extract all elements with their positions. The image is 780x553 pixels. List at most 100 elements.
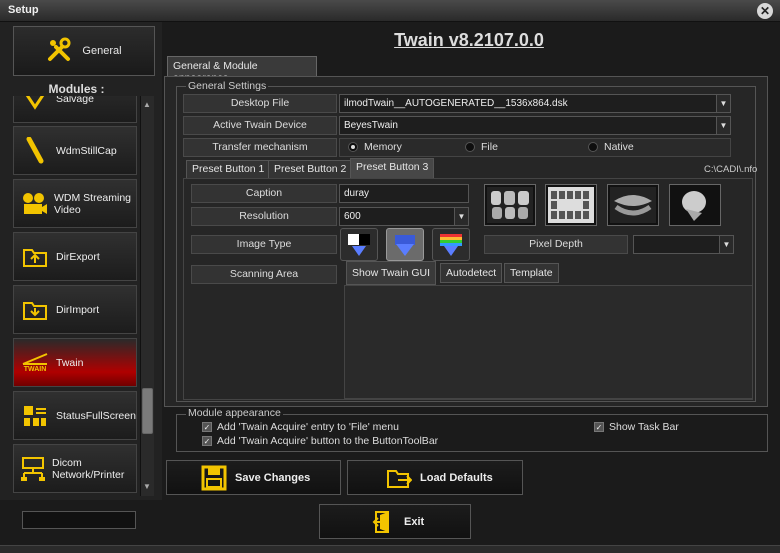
general-button[interactable]: General [13, 26, 155, 76]
folder-import-icon [20, 295, 50, 325]
window-title: Setup [8, 4, 39, 16]
scroll-up-icon[interactable]: ▲ [143, 100, 151, 109]
module-twain[interactable]: TWAIN Twain [13, 338, 137, 387]
modules-list: Salvage WdmStillCap WDM Streaming Video … [13, 96, 140, 496]
scroll-down-icon[interactable]: ▼ [143, 482, 151, 491]
radio-file-label: File [481, 141, 498, 153]
chevron-down-icon[interactable]: ▼ [716, 95, 730, 112]
save-changes-button[interactable]: Save Changes [166, 460, 341, 495]
module-label: DirExport [56, 250, 100, 263]
close-icon[interactable]: ✕ [757, 3, 773, 19]
color-image-icon [440, 233, 462, 256]
caption-label: Caption [191, 184, 337, 203]
preset-thumb-panoramic[interactable] [607, 184, 659, 226]
pixel-depth-label: Pixel Depth [484, 235, 628, 254]
active-device-select[interactable]: BeyesTwain ▼ [339, 116, 731, 135]
module-dicom-network-printer[interactable]: Dicom Network/Printer [13, 444, 137, 493]
modules-heading: Modules : [48, 82, 105, 96]
image-type-gray-button[interactable] [386, 228, 424, 261]
radio-native[interactable] [588, 142, 598, 152]
general-settings-legend: General Settings [186, 80, 269, 92]
gray-image-icon [395, 234, 415, 256]
module-wdm-streaming-video[interactable]: WDM Streaming Video [13, 179, 137, 228]
radio-native-label: Native [604, 141, 634, 153]
load-icon [387, 469, 412, 488]
checkbox-toolbar-button-label: Add 'Twain Acquire' button to the Button… [217, 435, 439, 447]
status-grid-icon [20, 401, 50, 431]
tab-preset-2[interactable]: Preset Button 2 [268, 160, 353, 178]
desktop-file-label: Desktop File [183, 94, 337, 113]
image-type-color-button[interactable] [432, 228, 470, 261]
preset-thumb-bitewing[interactable] [484, 184, 536, 226]
scanning-area-label: Scanning Area [191, 265, 337, 284]
status-box [22, 511, 136, 529]
tools-icon [46, 37, 72, 66]
radio-file[interactable] [465, 142, 475, 152]
load-defaults-label: Load Defaults [420, 471, 493, 484]
module-appearance-legend: Module appearance [186, 407, 283, 419]
module-wdmstillcap[interactable]: WdmStillCap [13, 126, 137, 175]
chevron-down-icon[interactable]: ▼ [719, 236, 733, 253]
module-label: Salvage [56, 96, 94, 105]
exit-icon [372, 510, 389, 533]
tool-icon [20, 96, 50, 114]
load-defaults-button[interactable]: Load Defaults [347, 460, 523, 495]
twain-gui-area [344, 285, 753, 399]
radio-memory-label: Memory [364, 141, 402, 153]
exit-label: Exit [404, 515, 425, 528]
transfer-mechanism-label: Transfer mechanism [183, 138, 337, 157]
film-camera-icon [20, 189, 48, 219]
module-label: Twain [56, 356, 84, 369]
folder-export-icon [20, 242, 50, 272]
tab-show-twain-gui[interactable]: Show Twain GUI [346, 261, 437, 285]
version-title: Twain v8.2107.0.0 [394, 30, 544, 50]
title-bar [0, 0, 780, 22]
preset-thumb-ceph[interactable] [669, 184, 721, 226]
module-label: DirImport [56, 303, 100, 316]
checkbox-file-menu-label: Add 'Twain Acquire' entry to 'File' menu [217, 421, 399, 433]
bw-image-icon [348, 233, 370, 256]
chevron-down-icon[interactable]: ▼ [716, 117, 730, 134]
twain-icon: TWAIN [20, 348, 50, 378]
tab-preset-3[interactable]: Preset Button 3 [350, 158, 435, 178]
checkbox-show-task-bar[interactable]: ✓ [594, 422, 604, 432]
modules-scrollbar[interactable]: ▲ ▼ [140, 96, 154, 496]
module-label: WDM Streaming Video [54, 191, 132, 216]
general-label: General [82, 45, 122, 57]
module-statusfullscreen[interactable]: StatusFullScreen [13, 391, 137, 440]
radio-memory[interactable] [348, 142, 358, 152]
active-device-label: Active Twain Device [183, 116, 337, 135]
module-direxport[interactable]: DirExport [13, 232, 137, 281]
preset-thumb-fmx[interactable] [545, 184, 597, 226]
pixel-depth-select[interactable]: ▼ [633, 235, 734, 254]
module-dirimport[interactable]: DirImport [13, 285, 137, 334]
tab-autodetect[interactable]: Autodetect [440, 263, 503, 283]
checkbox-toolbar-button[interactable]: ✓ [202, 436, 212, 446]
save-changes-label: Save Changes [235, 471, 311, 484]
image-type-bw-button[interactable] [340, 228, 378, 261]
resolution-label: Resolution [191, 207, 337, 226]
twain-sublabel: TWAIN [23, 366, 47, 373]
usb-cable-icon [20, 136, 50, 166]
image-type-label: Image Type [191, 235, 337, 254]
checkbox-file-menu[interactable]: ✓ [202, 422, 212, 432]
exit-button[interactable]: Exit [319, 504, 471, 539]
scrollbar-thumb[interactable] [142, 388, 153, 434]
save-icon [201, 465, 227, 490]
chevron-down-icon[interactable]: ▼ [454, 208, 468, 225]
checkbox-show-task-bar-label: Show Task Bar [609, 421, 679, 433]
module-salvage[interactable]: Salvage [13, 96, 137, 123]
module-label: WdmStillCap [56, 144, 117, 157]
tab-preset-1[interactable]: Preset Button 1 [186, 160, 271, 178]
caption-input[interactable]: duray [339, 184, 469, 203]
tab-general-module-appearance[interactable]: General & Module appearance [167, 56, 317, 84]
path-text: C:\CADI\.nfo [704, 164, 758, 175]
desktop-file-value: ilmodTwain__AUTOGENERATED__1536x864.dsk [344, 98, 568, 109]
desktop-file-select[interactable]: ilmodTwain__AUTOGENERATED__1536x864.dsk ▼ [339, 94, 731, 113]
module-label: Dicom Network/Printer [52, 456, 125, 481]
active-device-value: BeyesTwain [344, 120, 398, 131]
resolution-value: 600 [344, 211, 361, 222]
network-icon [20, 454, 46, 484]
resolution-select[interactable]: 600 ▼ [339, 207, 469, 226]
tab-template[interactable]: Template [504, 263, 559, 283]
